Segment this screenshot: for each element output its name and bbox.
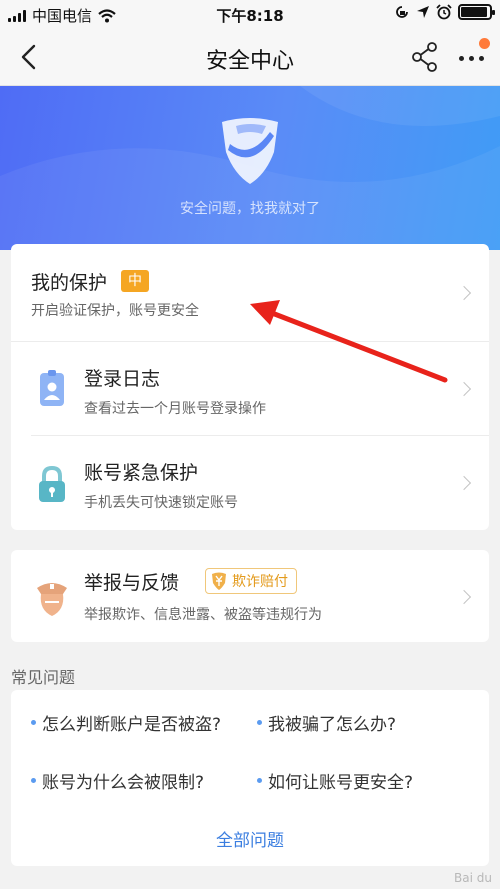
hero-slogan: 安全问题，找我就对了 bbox=[180, 201, 320, 217]
chevron-right-icon bbox=[456, 475, 472, 491]
faq-item[interactable]: 怎么判断账户是否被盗? bbox=[31, 710, 221, 735]
faq-item[interactable]: 如何让账号更安全? bbox=[257, 768, 413, 793]
lock-rotation-icon bbox=[396, 6, 408, 18]
faq-item[interactable]: 我被骗了怎么办? bbox=[257, 710, 396, 735]
battery-icon bbox=[458, 4, 495, 20]
my-protection-row[interactable]: 我的保护 中 开启验证保护，账号更安全 bbox=[11, 244, 489, 341]
faq-question: 怎么判断账户是否被盗? bbox=[42, 715, 222, 735]
report-title: 举报与反馈 bbox=[84, 572, 180, 594]
chevron-right-icon bbox=[456, 381, 472, 397]
hero-banner: 安全问题，找我就对了 bbox=[0, 86, 500, 250]
more-dots bbox=[459, 56, 484, 61]
nav-bar: 安全中心 bbox=[0, 30, 500, 86]
protection-level-badge: 中 bbox=[121, 270, 149, 292]
watermark: Bai du bbox=[454, 871, 492, 885]
emergency-protection-row[interactable]: 账号紧急保护 手机丢失可快速锁定账号 bbox=[11, 436, 489, 530]
faq-item[interactable]: 账号为什么会被限制? bbox=[31, 768, 204, 793]
police-icon bbox=[37, 583, 67, 616]
padlock-icon bbox=[39, 465, 65, 502]
faq-question: 如何让账号更安全? bbox=[268, 773, 414, 793]
faq-heading: 常见问题 bbox=[11, 668, 76, 687]
yen-shield-icon bbox=[212, 572, 226, 590]
battery-level bbox=[461, 7, 487, 17]
badge-card-icon bbox=[40, 370, 64, 406]
notification-dot bbox=[479, 38, 490, 49]
fraud-compensation-label: 欺诈赔付 bbox=[232, 574, 288, 590]
fraud-compensation-badge: 欺诈赔付 bbox=[205, 568, 297, 594]
login-log-title: 登录日志 bbox=[84, 368, 161, 390]
more-icon[interactable] bbox=[455, 38, 490, 74]
faq-question: 账号为什么会被限制? bbox=[42, 773, 205, 793]
emergency-protection-title: 账号紧急保护 bbox=[84, 462, 199, 484]
report-card[interactable]: 举报与反馈 欺诈赔付 举报欺诈、信息泄露、被盗等违规行为 bbox=[11, 550, 489, 642]
login-log-subtitle: 查看过去一个月账号登录操作 bbox=[84, 401, 266, 417]
share-icon[interactable] bbox=[410, 40, 440, 74]
all-questions-link[interactable]: 全部问题 bbox=[11, 826, 489, 851]
my-protection-title: 我的保护 bbox=[31, 272, 108, 294]
chevron-right-icon bbox=[456, 589, 472, 605]
status-bar: 中国电信 下午8:18 bbox=[0, 0, 500, 30]
login-log-row[interactable]: 登录日志 查看过去一个月账号登录操作 bbox=[11, 342, 489, 435]
shield-icon bbox=[222, 118, 278, 184]
status-right bbox=[394, 4, 495, 20]
faq-question: 我被骗了怎么办? bbox=[268, 715, 397, 735]
location-icon bbox=[417, 6, 429, 18]
bullet-dot bbox=[31, 720, 36, 725]
my-protection-subtitle: 开启验证保护，账号更安全 bbox=[31, 303, 199, 319]
chevron-right-icon bbox=[456, 285, 472, 301]
bullet-dot bbox=[257, 778, 262, 783]
security-card: 我的保护 中 开启验证保护，账号更安全 登录日志 查看过去一个月账号登录操作 账… bbox=[11, 244, 489, 530]
report-subtitle: 举报欺诈、信息泄露、被盗等违规行为 bbox=[84, 607, 322, 623]
alarm-icon bbox=[436, 4, 452, 20]
faq-card: 怎么判断账户是否被盗? 我被骗了怎么办? 账号为什么会被限制? 如何让账号更安全… bbox=[11, 690, 489, 866]
emergency-protection-subtitle: 手机丢失可快速锁定账号 bbox=[84, 495, 238, 511]
bullet-dot bbox=[257, 720, 262, 725]
bullet-dot bbox=[31, 778, 36, 783]
